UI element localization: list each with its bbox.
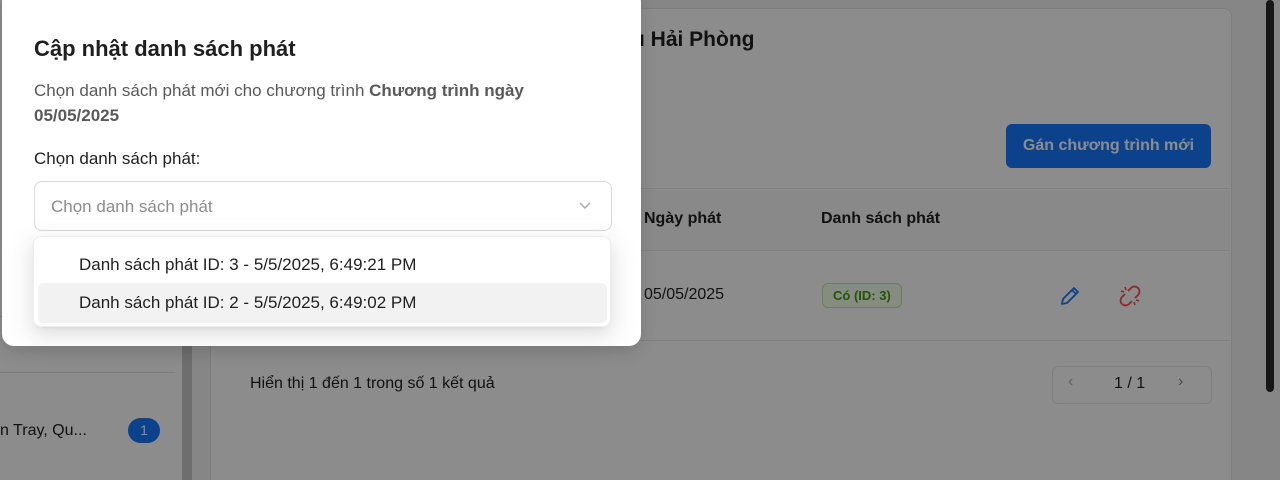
playlist-dropdown: Danh sách phát ID: 3 - 5/5/2025, 6:49:21… xyxy=(33,236,611,327)
playlist-field-label: Chọn danh sách phát: xyxy=(34,149,201,168)
playlist-option[interactable]: Danh sách phát ID: 3 - 5/5/2025, 6:49:21… xyxy=(38,245,607,285)
playlist-option[interactable]: Danh sách phát ID: 2 - 5/5/2025, 6:49:02… xyxy=(38,283,607,323)
select-placeholder: Chọn danh sách phát xyxy=(51,197,213,216)
description-text: Chọn danh sách phát mới cho chương trình xyxy=(34,81,370,100)
modal-description: Chọn danh sách phát mới cho chương trình… xyxy=(34,78,574,128)
chevron-down-icon xyxy=(577,197,593,213)
playlist-select[interactable]: Chọn danh sách phát xyxy=(34,181,612,231)
modal-title: Cập nhật danh sách phát xyxy=(34,36,296,61)
